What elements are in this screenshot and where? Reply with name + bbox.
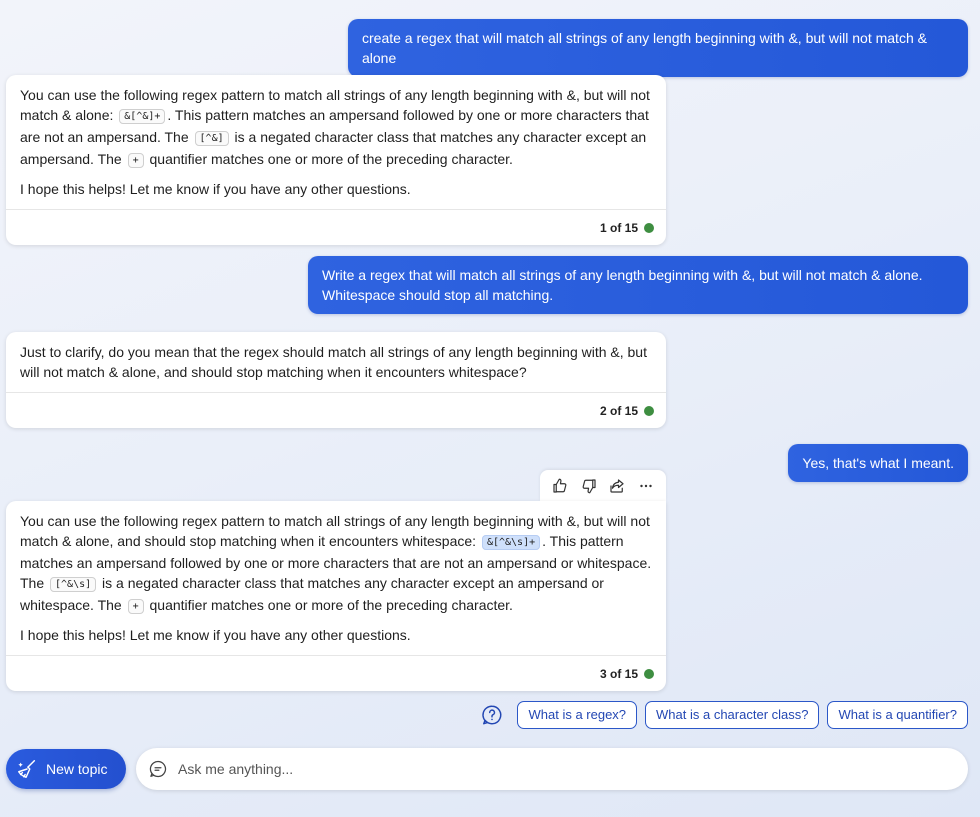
user-message: create a regex that will match all strin… [348, 19, 968, 77]
bot-response-body: You can use the following regex pattern … [6, 75, 666, 209]
ask-input[interactable] [178, 761, 938, 777]
share-icon[interactable] [606, 475, 628, 497]
broom-icon [18, 760, 36, 778]
code-snippet: &[^&]+ [119, 109, 166, 124]
bot-response-paragraph: Just to clarify, do you mean that the re… [20, 344, 647, 380]
user-message-text: Yes, that's what I meant. [802, 455, 954, 471]
user-message-text: create a regex that will match all strin… [362, 30, 927, 66]
suggestion-chip-character-class[interactable]: What is a character class? [645, 701, 820, 729]
code-snippet: + [127, 153, 144, 168]
response-counter: 1 of 15 [599, 220, 638, 235]
new-topic-button[interactable]: New topic [6, 749, 126, 789]
chat-bubble-icon [149, 760, 167, 778]
bot-response-card: Just to clarify, do you mean that the re… [6, 332, 666, 428]
response-counter: 3 of 15 [599, 666, 638, 681]
code-snippet: &[^&\s]+ [481, 535, 541, 550]
status-dot [644, 405, 654, 416]
status-dot [644, 668, 654, 679]
code-snippet: [^&] [194, 131, 229, 146]
response-text: quantifier matches one or more of the pr… [145, 597, 513, 613]
response-footer: 1 of 15 [6, 209, 666, 245]
code-snippet: [^&\s] [50, 577, 97, 592]
bot-response-body: You can use the following regex pattern … [6, 501, 666, 655]
status-dot [644, 222, 654, 233]
bot-response-paragraph: I hope this helps! Let me know if you ha… [20, 627, 411, 643]
suggestion-chip-regex[interactable]: What is a regex? [517, 701, 638, 729]
question-icon[interactable] [481, 704, 503, 726]
bot-response-card: You can use the following regex pattern … [6, 75, 666, 245]
thumbs-down-icon[interactable] [578, 475, 600, 497]
response-actions [540, 470, 666, 501]
bot-response-body: Just to clarify, do you mean that the re… [6, 332, 666, 392]
code-snippet: + [127, 599, 144, 614]
response-text: quantifier matches one or more of the pr… [145, 151, 513, 167]
response-counter: 2 of 15 [599, 403, 638, 418]
user-message-text: Write a regex that will match all string… [322, 267, 923, 303]
bot-response-paragraph: You can use the following regex pattern … [20, 511, 652, 617]
new-topic-label: New topic [46, 761, 108, 777]
response-footer: 3 of 15 [6, 655, 666, 691]
bot-response-card: You can use the following regex pattern … [6, 501, 666, 691]
bot-response-paragraph: I hope this helps! Let me know if you ha… [20, 181, 411, 197]
suggestion-chips: What is a regex? What is a character cla… [481, 701, 968, 729]
more-icon[interactable] [635, 475, 657, 497]
user-message: Yes, that's what I meant. [788, 444, 968, 482]
thumbs-up-icon[interactable] [549, 475, 571, 497]
response-footer: 2 of 15 [6, 392, 666, 428]
user-message: Write a regex that will match all string… [308, 256, 968, 314]
ask-box [136, 748, 968, 790]
bot-response-paragraph: You can use the following regex pattern … [20, 85, 652, 171]
suggestion-chip-quantifier[interactable]: What is a quantifier? [827, 701, 968, 729]
